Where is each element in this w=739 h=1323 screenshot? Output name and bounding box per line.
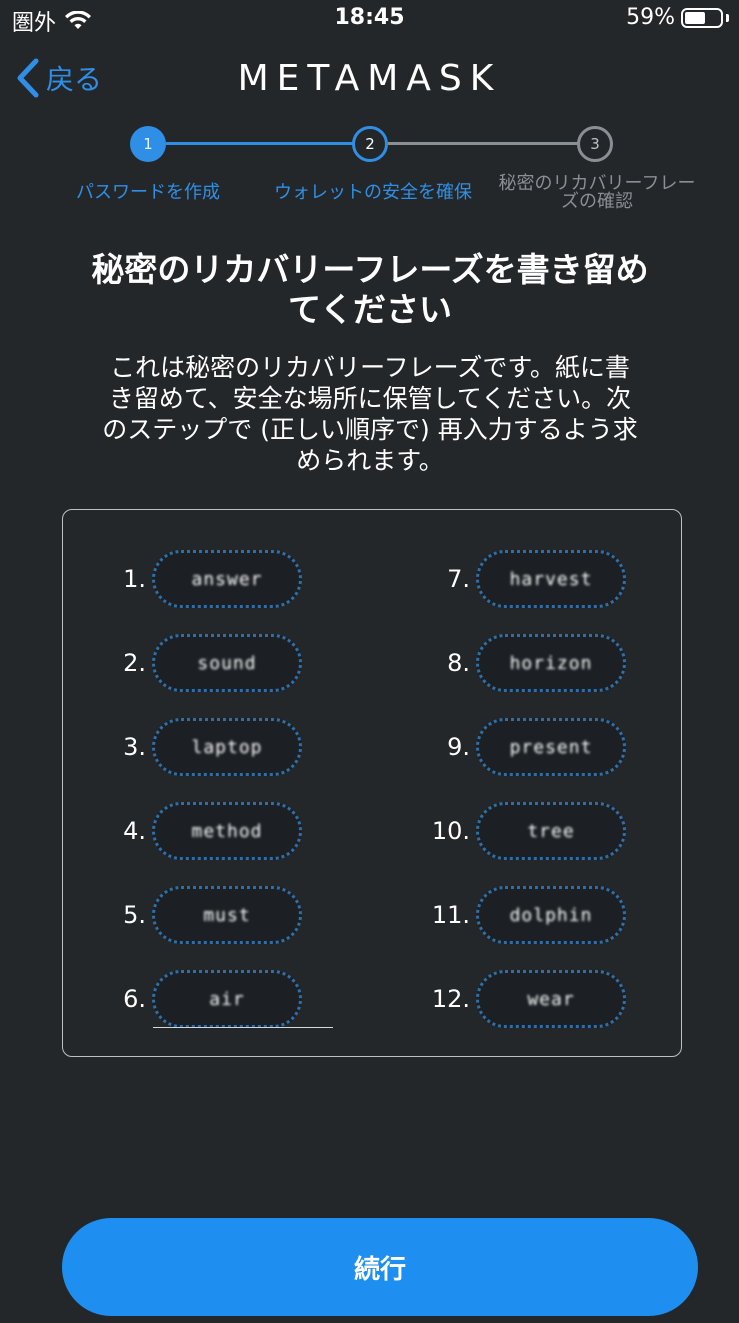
- seed-word-text: harvest: [509, 568, 593, 590]
- continue-button[interactable]: 続行: [62, 1218, 698, 1316]
- seed-word-text: must: [203, 904, 251, 926]
- seed-word-pill: dolphin: [476, 886, 626, 944]
- seed-word-row: 11. dolphin: [400, 886, 626, 944]
- seed-word-pill: sound: [152, 634, 302, 692]
- seed-word-row: 1. answer: [76, 550, 302, 608]
- status-right: 59%: [626, 5, 729, 30]
- seed-word-text: horizon: [509, 652, 593, 674]
- seed-word-text: present: [509, 736, 593, 758]
- description-line1: これは秘密のリカバリーフレーズです。紙に書: [110, 353, 630, 382]
- seed-word-number: 7.: [447, 565, 470, 593]
- divider-line: [153, 1027, 333, 1028]
- step-3-number: 3: [590, 135, 600, 153]
- seed-word-text: wear: [527, 988, 575, 1010]
- battery-fill: [685, 11, 705, 24]
- seed-word-pill: answer: [152, 550, 302, 608]
- battery-percent: 59%: [626, 5, 675, 30]
- step-2-circle: 2: [352, 126, 388, 162]
- seed-word-row: 10. tree: [400, 802, 626, 860]
- page-title-line2: てください: [287, 290, 452, 329]
- seed-word-text: dolphin: [509, 904, 593, 926]
- seed-word-pill: harvest: [476, 550, 626, 608]
- seed-word-pill: horizon: [476, 634, 626, 692]
- seed-word-number: 8.: [447, 649, 470, 677]
- seed-word-number: 6.: [123, 985, 146, 1013]
- step-3-label: 秘密のリカバリーフレー ズの確認: [486, 175, 708, 211]
- seed-word-row: 6. air: [76, 970, 302, 1028]
- seed-word-number: 12.: [431, 985, 470, 1013]
- seed-word-pill: wear: [476, 970, 626, 1028]
- seed-word-pill: present: [476, 718, 626, 776]
- seed-word-pill: tree: [476, 802, 626, 860]
- page-title: 秘密のリカバリーフレーズを書き留め てください: [50, 250, 690, 330]
- seed-word-number: 5.: [123, 901, 146, 929]
- step-2-label: ウォレットの安全を確保: [274, 182, 472, 203]
- step-1-circle: 1: [130, 126, 166, 162]
- seed-word-number: 1.: [123, 565, 146, 593]
- seed-phrase-screen: 圏外 18:45 59% 戻る METAMASK 1 2 3 パスワードを作成 …: [0, 0, 739, 1323]
- seed-word-number: 9.: [447, 733, 470, 761]
- battery-cap: [726, 13, 729, 22]
- brand-title: METAMASK: [237, 58, 502, 99]
- seed-word-pill: air: [152, 970, 302, 1028]
- seed-word-text: method: [191, 820, 263, 842]
- step-3-label-line2: ズの確認: [561, 191, 633, 212]
- seed-word-row: 4. method: [76, 802, 302, 860]
- page-title-line1: 秘密のリカバリーフレーズを書き留め: [91, 250, 649, 289]
- seed-word-row: 7. harvest: [400, 550, 626, 608]
- step-3-circle: 3: [577, 126, 613, 162]
- seed-word-text: air: [209, 988, 245, 1010]
- seed-word-text: answer: [191, 568, 263, 590]
- description-line4: められます。: [296, 446, 444, 475]
- description-line2: き留めて、安全な場所に保管してください。次: [108, 384, 632, 413]
- seed-word-text: sound: [197, 652, 257, 674]
- step-line-2-3: [388, 142, 578, 145]
- seed-word-number: 4.: [123, 817, 146, 845]
- description-line3: のステップで (正しい順序で) 再入力するよう求: [102, 415, 638, 444]
- seed-word-number: 11.: [431, 901, 470, 929]
- step-line-1-2: [166, 142, 354, 145]
- seed-word-pill: must: [152, 886, 302, 944]
- seed-word-row: 12. wear: [400, 970, 626, 1028]
- seed-word-text: tree: [527, 820, 575, 842]
- seed-word-pill: laptop: [152, 718, 302, 776]
- seed-word-row: 5. must: [76, 886, 302, 944]
- step-1-number: 1: [143, 135, 153, 153]
- seed-word-row: 3. laptop: [76, 718, 302, 776]
- seed-word-number: 10.: [431, 817, 470, 845]
- seed-word-text: laptop: [191, 736, 263, 758]
- seed-word-row: 9. present: [400, 718, 626, 776]
- seed-word-pill: method: [152, 802, 302, 860]
- status-bar: 圏外 18:45 59%: [0, 0, 739, 36]
- seed-word-row: 2. sound: [76, 634, 302, 692]
- step-1-label: パスワードを作成: [76, 182, 220, 203]
- seed-word-row: 8. horizon: [400, 634, 626, 692]
- page-description: これは秘密のリカバリーフレーズです。紙に書 き留めて、安全な場所に保管してくださ…: [70, 352, 670, 476]
- seed-word-number: 3.: [123, 733, 146, 761]
- step-2-number: 2: [365, 135, 375, 153]
- seed-word-number: 2.: [123, 649, 146, 677]
- battery-icon: [681, 7, 723, 28]
